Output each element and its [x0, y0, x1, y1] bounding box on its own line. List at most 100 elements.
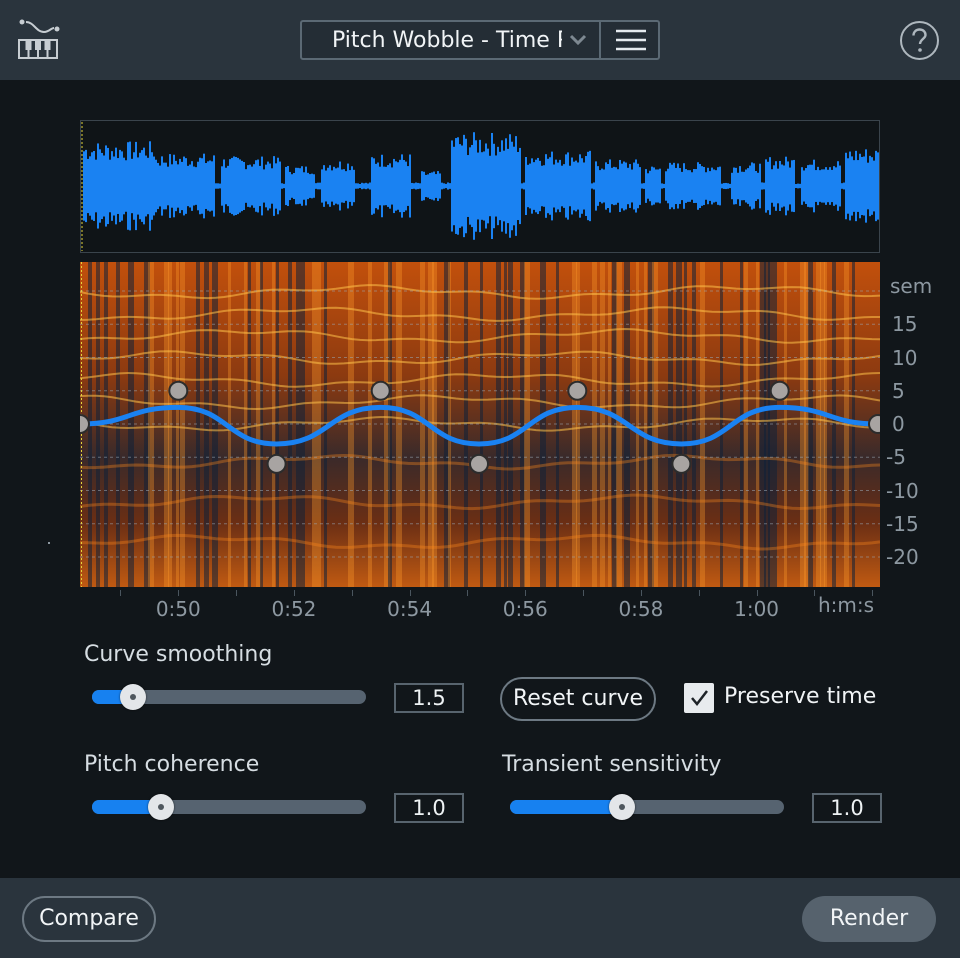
- slider-thumb[interactable]: [147, 794, 174, 820]
- waveform-bar: [167, 166, 169, 206]
- waveform-bar: [449, 183, 451, 189]
- waveform-bar: [829, 167, 831, 205]
- waveform-bar: [603, 169, 605, 203]
- waveform-bar: [735, 167, 737, 205]
- waveform-bar: [341, 169, 343, 203]
- waveform-bar: [289, 171, 291, 201]
- pitch-coherence-slider[interactable]: [92, 794, 366, 820]
- waveform-bar: [145, 155, 147, 217]
- waveform-bar: [835, 167, 837, 205]
- waveform-bar: [859, 153, 861, 219]
- help-circle-icon[interactable]: [899, 20, 940, 61]
- preserve-time-label[interactable]: Preserve time: [724, 684, 876, 709]
- waveform-bar: [757, 172, 759, 200]
- slider-thumb[interactable]: [120, 684, 147, 710]
- reset-curve-button[interactable]: Reset curve: [500, 677, 656, 721]
- waveform-bar: [345, 171, 347, 201]
- hamburger-menu-icon[interactable]: [601, 22, 658, 58]
- waveform-bar: [443, 183, 445, 189]
- waveform-bar: [787, 161, 789, 211]
- waveform-bar: [607, 164, 609, 208]
- time-tick-mark: [583, 590, 585, 596]
- waveform-bar: [359, 184, 361, 188]
- waveform-bar: [755, 170, 757, 202]
- waveform-bar: [657, 169, 659, 203]
- slider-fill: [510, 800, 623, 814]
- waveform-overview[interactable]: [80, 120, 880, 253]
- waveform-bar: [177, 164, 179, 208]
- curve-smoothing-value[interactable]: 1.5: [394, 683, 464, 713]
- curve-node[interactable]: [567, 380, 588, 401]
- waveform-bar: [753, 163, 755, 209]
- waveform-bar: [709, 171, 711, 201]
- waveform-bar: [423, 171, 425, 201]
- waveform-bar: [399, 159, 401, 213]
- waveform-bar: [221, 166, 223, 206]
- render-button[interactable]: Render: [802, 896, 936, 942]
- curve-node[interactable]: [80, 414, 90, 434]
- waveform-bar: [419, 183, 421, 189]
- waveform-bar: [113, 156, 115, 216]
- curve-smoothing-slider[interactable]: [92, 684, 366, 710]
- waveform-bar: [559, 159, 561, 213]
- slider-thumb[interactable]: [609, 794, 636, 820]
- waveform-bar: [253, 164, 255, 208]
- preset-name[interactable]: Pitch Wobble - Time Preserved: [332, 22, 562, 58]
- waveform-bar: [791, 160, 793, 212]
- curve-node[interactable]: [168, 380, 189, 401]
- curve-node[interactable]: [370, 380, 391, 401]
- waveform-bar: [89, 156, 91, 216]
- waveform-bar: [355, 183, 357, 189]
- waveform-bar: [327, 167, 329, 205]
- compare-button[interactable]: Compare: [22, 896, 156, 942]
- curve-node[interactable]: [671, 453, 692, 474]
- waveform-bar: [737, 172, 739, 200]
- waveform-bar: [659, 168, 661, 204]
- spectrogram-pitch-display[interactable]: [80, 262, 880, 587]
- waveform-bar: [141, 150, 143, 222]
- chevron-down-icon[interactable]: [568, 32, 588, 48]
- curve-node[interactable]: [769, 380, 790, 401]
- waveform-bar: [801, 167, 803, 205]
- waveform-bar: [745, 169, 747, 203]
- waveform-bar: [623, 161, 625, 211]
- waveform-bar: [353, 169, 355, 203]
- waveform-bar: [841, 183, 843, 189]
- curve-node[interactable]: [469, 453, 489, 474]
- waveform-bar: [679, 168, 681, 204]
- preserve-time-checkbox[interactable]: [684, 683, 714, 713]
- waveform-bar: [201, 158, 203, 214]
- waveform-bar: [525, 156, 527, 216]
- waveform-bar: [509, 134, 511, 238]
- waveform-bar: [417, 182, 419, 190]
- waveform-bar: [529, 163, 531, 209]
- waveform-bar: [873, 160, 875, 212]
- waveform-bar: [671, 164, 673, 208]
- waveform-bar: [565, 154, 567, 218]
- pitch-coherence-value[interactable]: 1.0: [394, 793, 464, 823]
- waveform-bar: [695, 169, 697, 203]
- transient-sensitivity-slider[interactable]: [510, 794, 784, 820]
- waveform-bar: [215, 183, 217, 189]
- waveform-bar: [385, 166, 387, 206]
- waveform-bar: [471, 144, 473, 228]
- waveform-bar: [783, 165, 785, 207]
- waveform-bar: [273, 156, 275, 216]
- pitch-tick-label: 10: [892, 345, 918, 370]
- waveform-bar: [799, 183, 801, 189]
- pitch-tick-label: -5: [886, 445, 906, 470]
- transient-sensitivity-value[interactable]: 1.0: [812, 793, 882, 823]
- waveform-bar: [303, 172, 305, 200]
- waveform-bar: [363, 183, 365, 189]
- curve-node[interactable]: [868, 414, 880, 434]
- time-tick-mark: [351, 590, 353, 596]
- waveform-bar: [453, 146, 455, 226]
- waveform-bar: [235, 156, 237, 216]
- waveform-bar: [839, 165, 841, 207]
- curve-node[interactable]: [266, 453, 287, 474]
- waveform-bar: [685, 169, 687, 203]
- waveform-bar: [821, 169, 823, 203]
- waveform-bar: [291, 174, 293, 198]
- pitch-tick-label: -10: [886, 478, 919, 503]
- preset-selector[interactable]: Pitch Wobble - Time Preserved: [300, 20, 660, 60]
